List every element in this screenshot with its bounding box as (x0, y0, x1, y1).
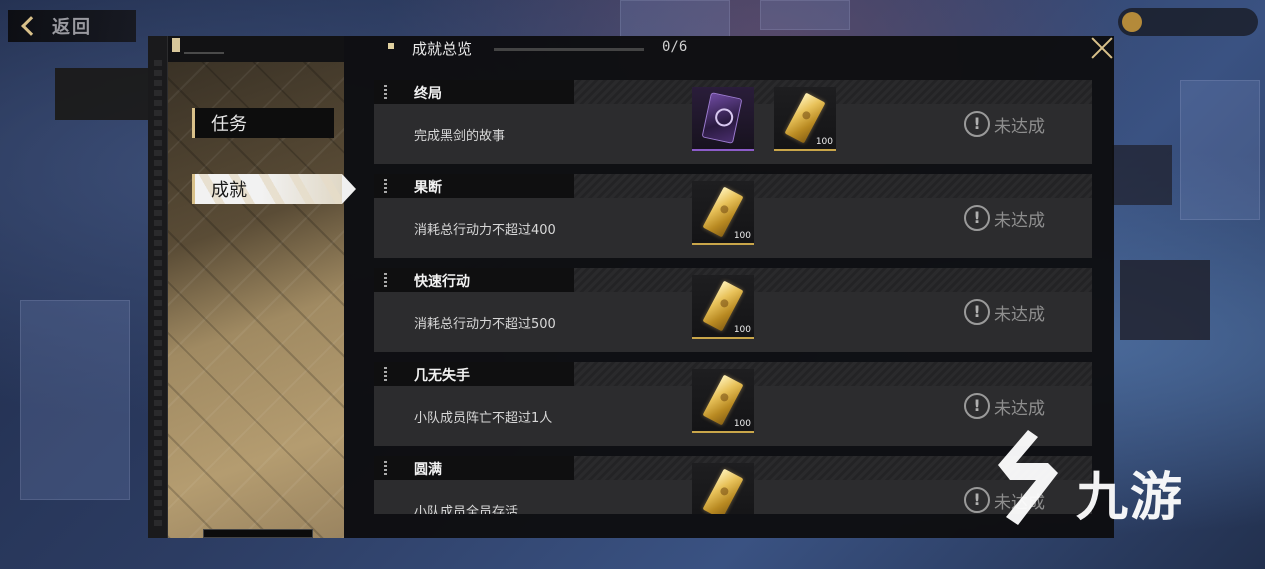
status-not-achieved: ! 未达成 (964, 110, 1045, 138)
sidebar-header (168, 36, 344, 62)
status-text: 未达成 (994, 116, 1045, 137)
page-title: 成就总览 (412, 40, 473, 58)
row-title-bg (374, 174, 574, 198)
exclamation-icon: ! (964, 299, 990, 325)
gold-bar-icon (784, 92, 826, 144)
panel-header: 成就总览 0/6 (388, 38, 718, 60)
panel-edge-strip (148, 36, 168, 538)
tab-label: 任务 (211, 114, 247, 135)
reward-slot[interactable]: 100 (692, 275, 754, 339)
row-title-bg (374, 268, 574, 292)
reward-slot[interactable] (692, 463, 754, 514)
reward-slot[interactable]: 100 (692, 369, 754, 433)
back-button[interactable]: 返回 (8, 10, 136, 42)
reward-quantity: 100 (733, 419, 751, 429)
row-title-bg (374, 362, 574, 386)
reward-quantity: 100 (733, 325, 751, 335)
achievement-row: 快速行动 消耗总行动力不超过500 100 ! 未达成 (374, 268, 1092, 352)
side-button-fragment (1112, 145, 1172, 205)
status-text: 未达成 (994, 210, 1045, 231)
drag-handle-icon (384, 273, 387, 287)
exclamation-icon: ! (964, 393, 990, 419)
back-label: 返回 (52, 17, 92, 38)
purple-card-icon (701, 92, 743, 144)
tab-tasks[interactable]: 任务 (192, 108, 334, 138)
tab-achievements[interactable]: 成就 (192, 174, 356, 204)
exclamation-icon: ! (964, 487, 990, 513)
achievement-desc: 小队成员全员存活 (414, 505, 519, 514)
bg-building (760, 0, 850, 30)
achievement-title: 圆满 (414, 462, 442, 478)
drag-handle-icon (384, 367, 387, 381)
watermark-text: 九游 (1076, 468, 1185, 528)
reward-slot[interactable]: 100 (692, 181, 754, 245)
progress-count: 0/6 (662, 39, 688, 55)
achievement-title: 快速行动 (414, 274, 470, 290)
achievement-desc: 消耗总行动力不超过500 (414, 317, 556, 332)
achievement-row: 几无失手 小队成员阵亡不超过1人 100 ! 未达成 (374, 362, 1092, 446)
reward-slot[interactable]: 100 (774, 87, 836, 151)
status-text: 未达成 (994, 398, 1045, 419)
achievement-row: 果断 消耗总行动力不超过400 100 ! 未达成 (374, 174, 1092, 258)
progress-bar (494, 48, 644, 51)
status-not-achieved: ! 未达成 (964, 204, 1045, 232)
gold-bar-icon (702, 280, 744, 332)
achievement-desc: 小队成员阵亡不超过1人 (414, 411, 553, 426)
achievement-list[interactable]: 终局 完成黑剑的故事 100 ! 未达成 果断 消耗总行动力不超过400 100… (374, 80, 1094, 514)
jiuyou-logo-icon (998, 430, 1058, 525)
chevron-left-icon (21, 16, 41, 36)
coin-icon (1122, 12, 1142, 32)
achievement-title: 终局 (414, 86, 442, 102)
row-title-bg (374, 80, 574, 104)
reward-quantity: 100 (733, 231, 751, 241)
bg-building (20, 300, 130, 500)
side-button-fragment (1120, 260, 1210, 340)
drag-handle-icon (384, 179, 387, 193)
gold-bar-icon (702, 468, 744, 514)
close-icon[interactable] (1090, 36, 1114, 60)
achievement-title: 果断 (414, 180, 442, 196)
currency-badge (1118, 8, 1258, 36)
achievement-desc: 完成黑剑的故事 (414, 129, 506, 144)
achievement-row: 圆满 小队成员全员存活 ! 未达成 (374, 456, 1092, 514)
gold-bar-icon (702, 374, 744, 426)
status-not-achieved: ! 未达成 (964, 392, 1045, 420)
exclamation-icon: ! (964, 111, 990, 137)
drag-handle-icon (384, 85, 387, 99)
reward-quantity: 100 (815, 137, 833, 147)
achievement-desc: 消耗总行动力不超过400 (414, 223, 556, 238)
achievement-row: 终局 完成黑剑的故事 100 ! 未达成 (374, 80, 1092, 164)
exclamation-icon: ! (964, 205, 990, 231)
reward-slot[interactable] (692, 87, 754, 151)
drag-handle-icon (384, 461, 387, 475)
tab-label: 成就 (211, 180, 247, 201)
bg-building (620, 0, 730, 40)
bg-building (1180, 80, 1260, 220)
row-title-bg (374, 456, 574, 480)
status-text: 未达成 (994, 304, 1045, 325)
watermark: 九游 (988, 425, 1238, 535)
gold-bar-icon (702, 186, 744, 238)
status-not-achieved: ! 未达成 (964, 298, 1045, 326)
side-panel-fragment (55, 68, 150, 120)
achievement-title: 几无失手 (414, 368, 470, 384)
header-marker (388, 43, 394, 49)
sidebar-footer (203, 529, 313, 538)
